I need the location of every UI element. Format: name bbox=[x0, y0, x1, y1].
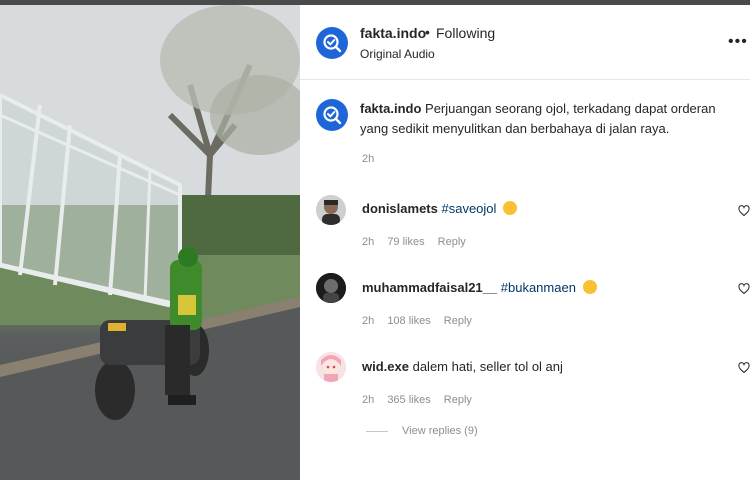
post-caption: fakta.indo Perjuangan seorang ojol, terk… bbox=[360, 99, 730, 139]
reply-button[interactable]: Reply bbox=[438, 236, 466, 248]
comment-avatar[interactable] bbox=[316, 273, 346, 303]
more-options-button[interactable]: ••• bbox=[728, 33, 748, 51]
original-audio-link[interactable]: Original Audio bbox=[360, 47, 435, 61]
comment-likes[interactable]: 108 likes bbox=[387, 315, 430, 327]
view-replies-button[interactable]: View replies (9) bbox=[366, 425, 478, 437]
reply-button[interactable]: Reply bbox=[444, 315, 472, 327]
heart-outline-icon bbox=[738, 362, 750, 374]
comment-username[interactable]: muhammadfaisal21__ bbox=[362, 280, 497, 295]
comment-avatar[interactable] bbox=[316, 352, 346, 382]
comment-hashtag[interactable]: #bukanmaen bbox=[501, 280, 576, 295]
following-button[interactable]: Following bbox=[436, 25, 495, 41]
reply-button[interactable]: Reply bbox=[444, 394, 472, 406]
view-replies-label: View replies (9) bbox=[402, 425, 478, 437]
caption-avatar[interactable] bbox=[316, 99, 348, 131]
comment-time[interactable]: 2h bbox=[362, 315, 374, 327]
comment-text: donislamets #saveojol bbox=[362, 201, 518, 216]
avatar-photo bbox=[316, 273, 346, 303]
like-comment-button[interactable] bbox=[738, 283, 750, 298]
header-divider bbox=[300, 79, 750, 80]
avatar-photo bbox=[316, 352, 346, 382]
check-magnifier-icon bbox=[323, 34, 342, 53]
like-comment-button[interactable] bbox=[738, 205, 750, 220]
caption-time[interactable]: 2h bbox=[362, 153, 374, 165]
check-magnifier-icon bbox=[323, 106, 342, 125]
comment-meta: 2h 365 likes Reply bbox=[362, 394, 482, 406]
comment-username[interactable]: wid.exe bbox=[362, 359, 409, 374]
comment-meta: 2h 79 likes Reply bbox=[362, 236, 476, 248]
clapping-hands-emoji-icon bbox=[582, 280, 597, 294]
comment-time[interactable]: 2h bbox=[362, 394, 374, 406]
comment-likes[interactable]: 79 likes bbox=[387, 236, 424, 248]
post-video[interactable] bbox=[0, 5, 300, 480]
comment-meta: 2h 108 likes Reply bbox=[362, 315, 482, 327]
like-comment-button[interactable] bbox=[738, 362, 750, 377]
header-separator: • bbox=[425, 24, 430, 40]
more-horizontal-icon: ••• bbox=[728, 33, 748, 50]
caption-username[interactable]: fakta.indo bbox=[360, 101, 421, 116]
comment-likes[interactable]: 365 likes bbox=[387, 394, 430, 406]
profile-avatar[interactable] bbox=[316, 27, 348, 59]
heart-outline-icon bbox=[738, 205, 750, 217]
header-username[interactable]: fakta.indo bbox=[360, 25, 426, 41]
comment-time[interactable]: 2h bbox=[362, 236, 374, 248]
post-panel: fakta.indo • Following Original Audio ••… bbox=[300, 5, 750, 480]
comment-username[interactable]: donislamets bbox=[362, 201, 438, 216]
comment-text: muhammadfaisal21__ #bukanmaen bbox=[362, 280, 597, 295]
comment-body: dalem hati, seller tol ol anj bbox=[412, 359, 563, 374]
avatar-photo bbox=[316, 195, 346, 225]
heart-outline-icon bbox=[738, 283, 750, 295]
sad-face-emoji-icon bbox=[503, 201, 518, 215]
comment-hashtag[interactable]: #saveojol bbox=[441, 201, 496, 216]
video-frame bbox=[0, 5, 300, 480]
replies-divider-line bbox=[366, 430, 388, 432]
comment-avatar[interactable] bbox=[316, 195, 346, 225]
comment-text: wid.exe dalem hati, seller tol ol anj bbox=[362, 359, 563, 374]
